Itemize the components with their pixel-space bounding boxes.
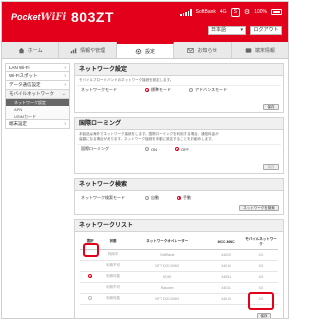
nav-notices[interactable]: お知らせ <box>174 42 232 58</box>
network-select-radio[interactable] <box>88 274 92 278</box>
mail-icon <box>187 47 195 53</box>
gear-icon <box>135 48 142 54</box>
table-row: 利用不可 NTT DOCOMO 44010 4G <box>80 260 278 272</box>
option-auto[interactable]: 自動 <box>145 195 159 201</box>
sidebar-sub-apn[interactable]: APN <box>5 106 70 113</box>
carrier-name: SoftBank <box>195 9 216 15</box>
sidebar-item-wifi-spot[interactable]: Wi-Fiスポット › <box>5 72 70 81</box>
column-header: 状態 <box>100 235 127 250</box>
chevron-down-icon: ⌄ <box>61 91 66 97</box>
select-cell <box>80 260 100 272</box>
save-button[interactable]: 保存 <box>263 164 279 170</box>
search-network-button[interactable]: ネットワークを検索 <box>239 205 279 211</box>
network-search-section: ネットワーク検索 ネットワーク検索モード 自動 手動 ネットワークを検索 <box>74 178 284 215</box>
home-icon <box>18 47 25 53</box>
section-title: 国際ローミング <box>75 118 283 130</box>
s-badge: S <box>230 7 240 17</box>
table-row: 利用可能 KDDI 44051 4G <box>80 271 278 283</box>
radio-button[interactable] <box>145 88 149 92</box>
column-header: モバイルネットワーク <box>244 235 278 250</box>
chevron-right-icon: › <box>64 65 66 71</box>
sidebar: LAN Wi-Fi › Wi-Fiスポット › データ通信設定 › モバイルネットワー… <box>5 63 70 129</box>
battery-text: 100% <box>254 9 267 15</box>
main-nav: ホーム 情報や管理 設定 お知らせ 端末情報 <box>2 42 288 59</box>
save-button[interactable]: 保存 <box>263 104 279 110</box>
logout-button[interactable]: ログアウト <box>250 26 282 35</box>
device-icon <box>245 47 252 53</box>
table-header-row: 選択 状態 ネットワークオペレーター MCC-MNC モバイルネットワーク <box>80 235 278 250</box>
section-title: ネットワーク検索 <box>75 179 283 191</box>
save-button[interactable]: 保存 <box>257 313 271 318</box>
chevron-right-icon: › <box>64 121 66 127</box>
status-bar: SoftBank 4G S ⚙ 100% <box>180 5 282 19</box>
model-name: 803ZT <box>71 9 114 25</box>
select-cell <box>80 271 100 283</box>
section-description: モバイルブロードバンドのネットワーク接続を設定します。 <box>79 78 174 82</box>
option-manual[interactable]: 手動 <box>177 195 191 201</box>
roaming-row: 国際ローミング ON OFF <box>77 144 281 153</box>
sidebar-item-lan-wifi[interactable]: LAN Wi-Fi › <box>5 63 70 72</box>
logo: PocketWiFi <box>11 12 67 23</box>
nav-settings[interactable]: 設定 <box>116 42 175 58</box>
network-mode-row: ネットワークモード 標準モード アドバンスモード <box>77 85 281 94</box>
search-mode-row: ネットワーク検索モード 自動 手動 <box>81 194 191 201</box>
chevron-right-icon: › <box>64 82 66 88</box>
data-icon <box>70 47 77 53</box>
nav-data[interactable]: 情報や管理 <box>59 42 117 58</box>
sidebar-sub-usim[interactable]: USIMカード <box>5 113 70 120</box>
table-row: 利用不可 Rakuten 44011 4G <box>80 282 278 294</box>
nav-device[interactable]: 端末情報 <box>232 42 288 58</box>
radio-button[interactable] <box>189 88 193 92</box>
highlight-select-radio <box>83 243 99 257</box>
browser-frame: PocketWiFi 803ZT SoftBank 4G S ⚙ 100% 日本… <box>1 1 289 319</box>
sidebar-item-device-settings[interactable]: 端末設定 › <box>5 120 70 129</box>
table-row: 利用中 SoftBank 44020 4G <box>80 249 278 261</box>
gear-icon: ⚙ <box>243 9 251 16</box>
roaming-section: 国際ローミング 本製品は海外でネットワーク接続をします。国際ローミングを利用する… <box>74 117 284 174</box>
language-select[interactable]: 日本語 <box>208 26 246 35</box>
radio-button[interactable] <box>177 195 181 200</box>
section-title: ネットワークリスト <box>75 220 283 232</box>
sidebar-item-data-settings[interactable]: データ通信設定 › <box>5 81 70 90</box>
battery-icon <box>271 9 282 15</box>
radio-button[interactable] <box>145 195 149 200</box>
header-bar: PocketWiFi 803ZT SoftBank 4G S ⚙ 100% 日本… <box>2 2 288 42</box>
option-advance-mode[interactable]: アドバンスモード <box>189 87 227 93</box>
sidebar-sub-network-settings[interactable]: ネットワーク設定 <box>5 99 70 106</box>
network-settings-section: ネットワーク設定 モバイルブロードバンドのネットワーク接続を設定します。 ネット… <box>74 63 284 113</box>
option-roaming-on[interactable]: ON <box>145 147 157 152</box>
chevron-right-icon: › <box>64 73 66 79</box>
select-cell <box>80 282 100 294</box>
network-select-radio[interactable] <box>88 296 92 300</box>
network-type: 4G <box>219 9 227 15</box>
radio-button[interactable] <box>175 147 179 151</box>
highlight-save-button <box>248 292 274 310</box>
radio-button[interactable] <box>145 147 149 151</box>
section-description: 本製品は海外でネットワーク接続をします。国際ローミングを利用する場合、通信料金が… <box>79 132 219 141</box>
main-content: ネットワーク設定 モバイルブロードバンドのネットワーク接続を設定します。 ネット… <box>74 63 284 318</box>
column-header: ネットワークオペレーター <box>126 235 209 250</box>
sidebar-item-mobile-network[interactable]: モバイルネットワーク ⌄ <box>5 90 70 99</box>
select-cell <box>80 293 100 305</box>
signal-icon <box>180 8 192 16</box>
nav-home[interactable]: ホーム <box>2 42 60 58</box>
option-roaming-off[interactable]: OFF <box>175 147 189 152</box>
option-standard-mode[interactable]: 標準モード <box>145 87 171 93</box>
column-header: MCC-MNC <box>208 235 244 250</box>
section-title: ネットワーク設定 <box>75 64 283 76</box>
